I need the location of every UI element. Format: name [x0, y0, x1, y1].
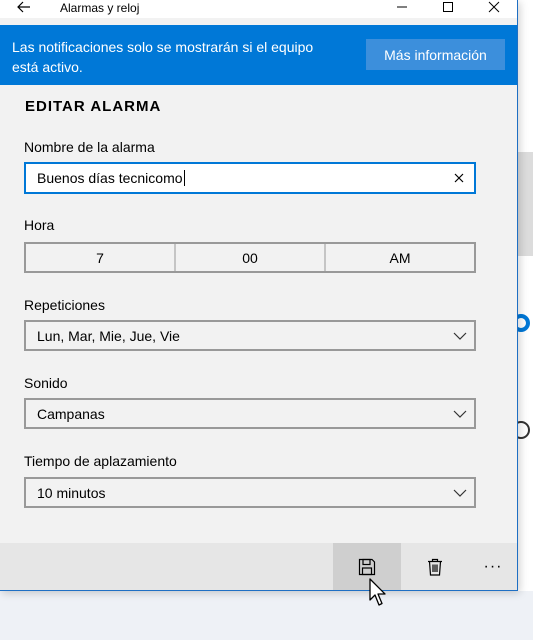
chevron-down-icon [452, 407, 468, 421]
period-selector[interactable]: AM [324, 244, 474, 271]
notification-banner: Las notificaciones solo se mostrarán si … [0, 25, 517, 85]
time-label: Hora [24, 217, 55, 233]
back-arrow-icon[interactable] [14, 0, 34, 17]
chevron-down-icon [452, 329, 468, 343]
page-title: EDITAR ALARMA [25, 98, 162, 115]
banner-message: Las notificaciones solo se mostrarán si … [12, 39, 314, 75]
more-button[interactable]: ··· [469, 543, 517, 590]
text-caret [183, 170, 185, 186]
minute-selector[interactable]: 00 [174, 244, 324, 271]
edit-alarm-window: Alarmas y reloj Las notificaciones solo … [0, 0, 518, 591]
alarm-name-label: Nombre de la alarma [24, 139, 155, 155]
hour-selector[interactable]: 7 [26, 244, 174, 271]
alarm-name-input[interactable]: Buenos días tecnicomo [24, 162, 476, 194]
sound-label: Sonido [24, 375, 68, 391]
mouse-cursor-icon [369, 578, 387, 608]
save-icon [358, 558, 376, 576]
repeat-dropdown[interactable]: Lun, Mar, Mie, Jue, Vie [24, 320, 476, 351]
alarm-name-value: Buenos días tecnicomo [37, 170, 185, 186]
command-bar: ··· [0, 543, 517, 590]
repeat-value: Lun, Mar, Mie, Jue, Vie [37, 328, 180, 344]
minimize-button[interactable] [379, 0, 425, 18]
sound-dropdown[interactable]: Campanas [24, 398, 476, 429]
clear-icon[interactable] [450, 169, 468, 187]
chevron-down-icon [452, 486, 468, 500]
save-button[interactable] [333, 543, 401, 590]
delete-button[interactable] [401, 543, 469, 590]
maximize-button[interactable] [425, 0, 471, 18]
more-info-button[interactable]: Más información [366, 39, 505, 70]
title-bar: Alarmas y reloj [0, 0, 517, 18]
time-picker[interactable]: 7 00 AM [24, 242, 476, 273]
close-button[interactable] [471, 0, 517, 18]
background-window [517, 0, 533, 591]
more-icon: ··· [483, 558, 503, 575]
delete-icon [428, 558, 442, 576]
window-title: Alarmas y reloj [60, 1, 140, 15]
snooze-value: 10 minutos [37, 485, 106, 501]
snooze-dropdown[interactable]: 10 minutos [24, 477, 476, 508]
repeat-label: Repeticiones [24, 297, 105, 313]
background-panel [517, 152, 533, 256]
snooze-label: Tiempo de aplazamiento [24, 453, 177, 469]
sound-value: Campanas [37, 406, 105, 422]
